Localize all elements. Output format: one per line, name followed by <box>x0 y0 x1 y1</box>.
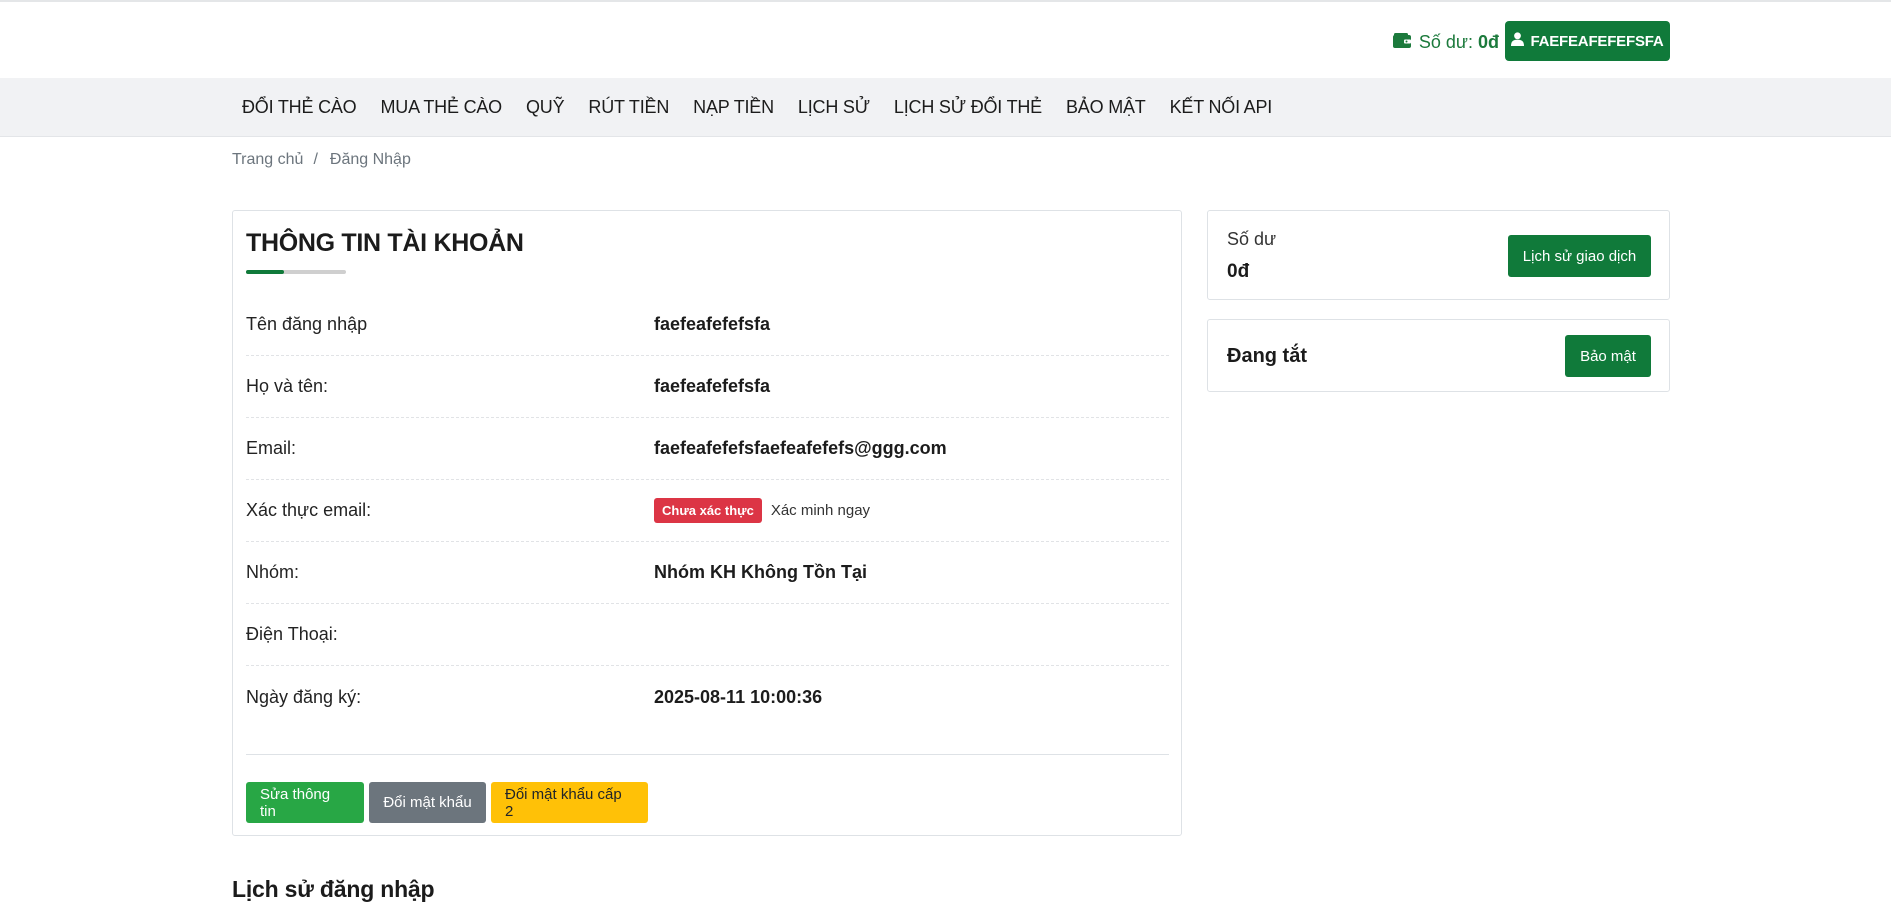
row-label: Điện Thoại: <box>246 624 338 644</box>
row-label: Nhóm: <box>246 562 300 582</box>
nav-item-mua-the-cao[interactable]: MUA THẺ CÀO <box>368 97 514 118</box>
security-button[interactable]: Bảo mật <box>1565 335 1651 377</box>
nav-item-nap-tien[interactable]: NẠP TIỀN <box>681 97 786 118</box>
row-email-verification: Xác thực email: Chưa xác thực Xác minh n… <box>246 480 1169 542</box>
row-value: faefeafefefsfaefeafefefs@ggg.com <box>654 438 947 458</box>
main-nav: ĐỔI THẺ CÀO MUA THẺ CÀO QUỸ RÚT TIỀN NẠP… <box>0 78 1891 137</box>
row-label: Ngày đăng ký: <box>246 686 362 707</box>
row-value: faefeafefefsfa <box>654 314 771 334</box>
nav-item-quy[interactable]: QUỸ <box>514 97 576 118</box>
change-password-level2-button[interactable]: Đổi mật khẩu cấp 2 <box>491 782 648 823</box>
title-underline <box>246 270 346 274</box>
verify-now-link[interactable]: Xác minh ngay <box>771 502 870 519</box>
nav-item-doi-the-cao[interactable]: ĐỔI THẺ CÀO <box>230 97 368 118</box>
row-registration-date: Ngày đăng ký: 2025-08-11 10:00:36 <box>246 666 1169 728</box>
nav-item-rut-tien[interactable]: RÚT TIỀN <box>576 97 681 118</box>
balance-amount: 0đ <box>1477 31 1499 52</box>
header-balance: Số dư: 0đ <box>1392 30 1499 54</box>
card-divider <box>246 754 1169 755</box>
row-value: Chưa xác thực Xác minh ngay <box>654 498 870 523</box>
security-status: Đang tắt <box>1227 345 1307 367</box>
account-info-card: THÔNG TIN TÀI KHOẢN Tên đăng nhập faefea… <box>232 210 1182 836</box>
breadcrumb-home-link[interactable]: Trang chủ <box>232 151 303 169</box>
unverified-badge: Chưa xác thực <box>654 498 762 523</box>
nav-item-lich-su-doi-the[interactable]: LỊCH SỬ ĐỔI THẺ <box>882 97 1054 118</box>
transaction-history-button[interactable]: Lịch sử giao dịch <box>1508 235 1651 277</box>
nav-item-lich-su[interactable]: LỊCH SỬ <box>786 97 882 118</box>
row-value: faefeafefefsfa <box>654 376 771 396</box>
user-account-button[interactable]: FAEFEAFEFEFSFA <box>1505 21 1670 61</box>
breadcrumb-current: Đăng Nhập <box>329 151 411 168</box>
row-label: Email: <box>246 438 297 458</box>
row-fullname: Họ và tên: faefeafefefsfa <box>246 356 1169 418</box>
balance-label: Số dư: <box>1418 31 1473 52</box>
row-label: Họ và tên: <box>246 376 329 396</box>
login-history-heading: Lịch sử đăng nhập <box>232 876 435 902</box>
row-email: Email: faefeafefefsfaefeafefefs@ggg.com <box>246 418 1169 480</box>
balance-card-label: Số dư <box>1227 229 1277 249</box>
balance-card: Số dư 0đ Lịch sử giao dịch <box>1207 210 1670 300</box>
user-icon <box>1511 32 1530 50</box>
account-info-rows: Tên đăng nhập faefeafefefsfa Họ và tên: … <box>246 294 1169 728</box>
account-info-title: THÔNG TIN TÀI KHOẢN <box>246 229 524 257</box>
row-label: Tên đăng nhập <box>246 314 368 334</box>
row-label: Xác thực email: <box>246 500 372 520</box>
row-username: Tên đăng nhập faefeafefefsfa <box>246 294 1169 356</box>
nav-item-ket-noi-api[interactable]: KẾT NỐI API <box>1158 97 1285 118</box>
edit-info-button[interactable]: Sửa thông tin <box>246 782 364 823</box>
balance-card-amount: 0đ <box>1227 261 1250 282</box>
wallet-icon <box>1392 32 1411 53</box>
security-card: Đang tắt Bảo mật <box>1207 319 1670 392</box>
account-actions: Sửa thông tin Đổi mật khẩu Đổi mật khẩu … <box>246 782 648 823</box>
nav-item-bao-mat[interactable]: BẢO MẬT <box>1054 97 1158 118</box>
header: Số dư: 0đ FAEFEAFEFEFSFA <box>0 2 1891 78</box>
nav-items: ĐỔI THẺ CÀO MUA THẺ CÀO QUỸ RÚT TIỀN NẠP… <box>230 78 1284 137</box>
row-value: 2025-08-11 10:00:36 <box>654 686 823 707</box>
row-group: Nhóm: Nhóm KH Không Tồn Tại <box>246 542 1169 604</box>
row-value: Nhóm KH Không Tồn Tại <box>654 562 867 582</box>
breadcrumb-separator: / <box>313 151 318 168</box>
breadcrumb: Trang chủ / Đăng Nhập <box>232 151 411 169</box>
title-underline-accent <box>246 270 284 274</box>
row-phone: Điện Thoại: <box>246 604 1169 666</box>
username-label: FAEFEAFEFEFSFA <box>1530 32 1664 50</box>
change-password-button[interactable]: Đổi mật khẩu <box>369 782 486 823</box>
